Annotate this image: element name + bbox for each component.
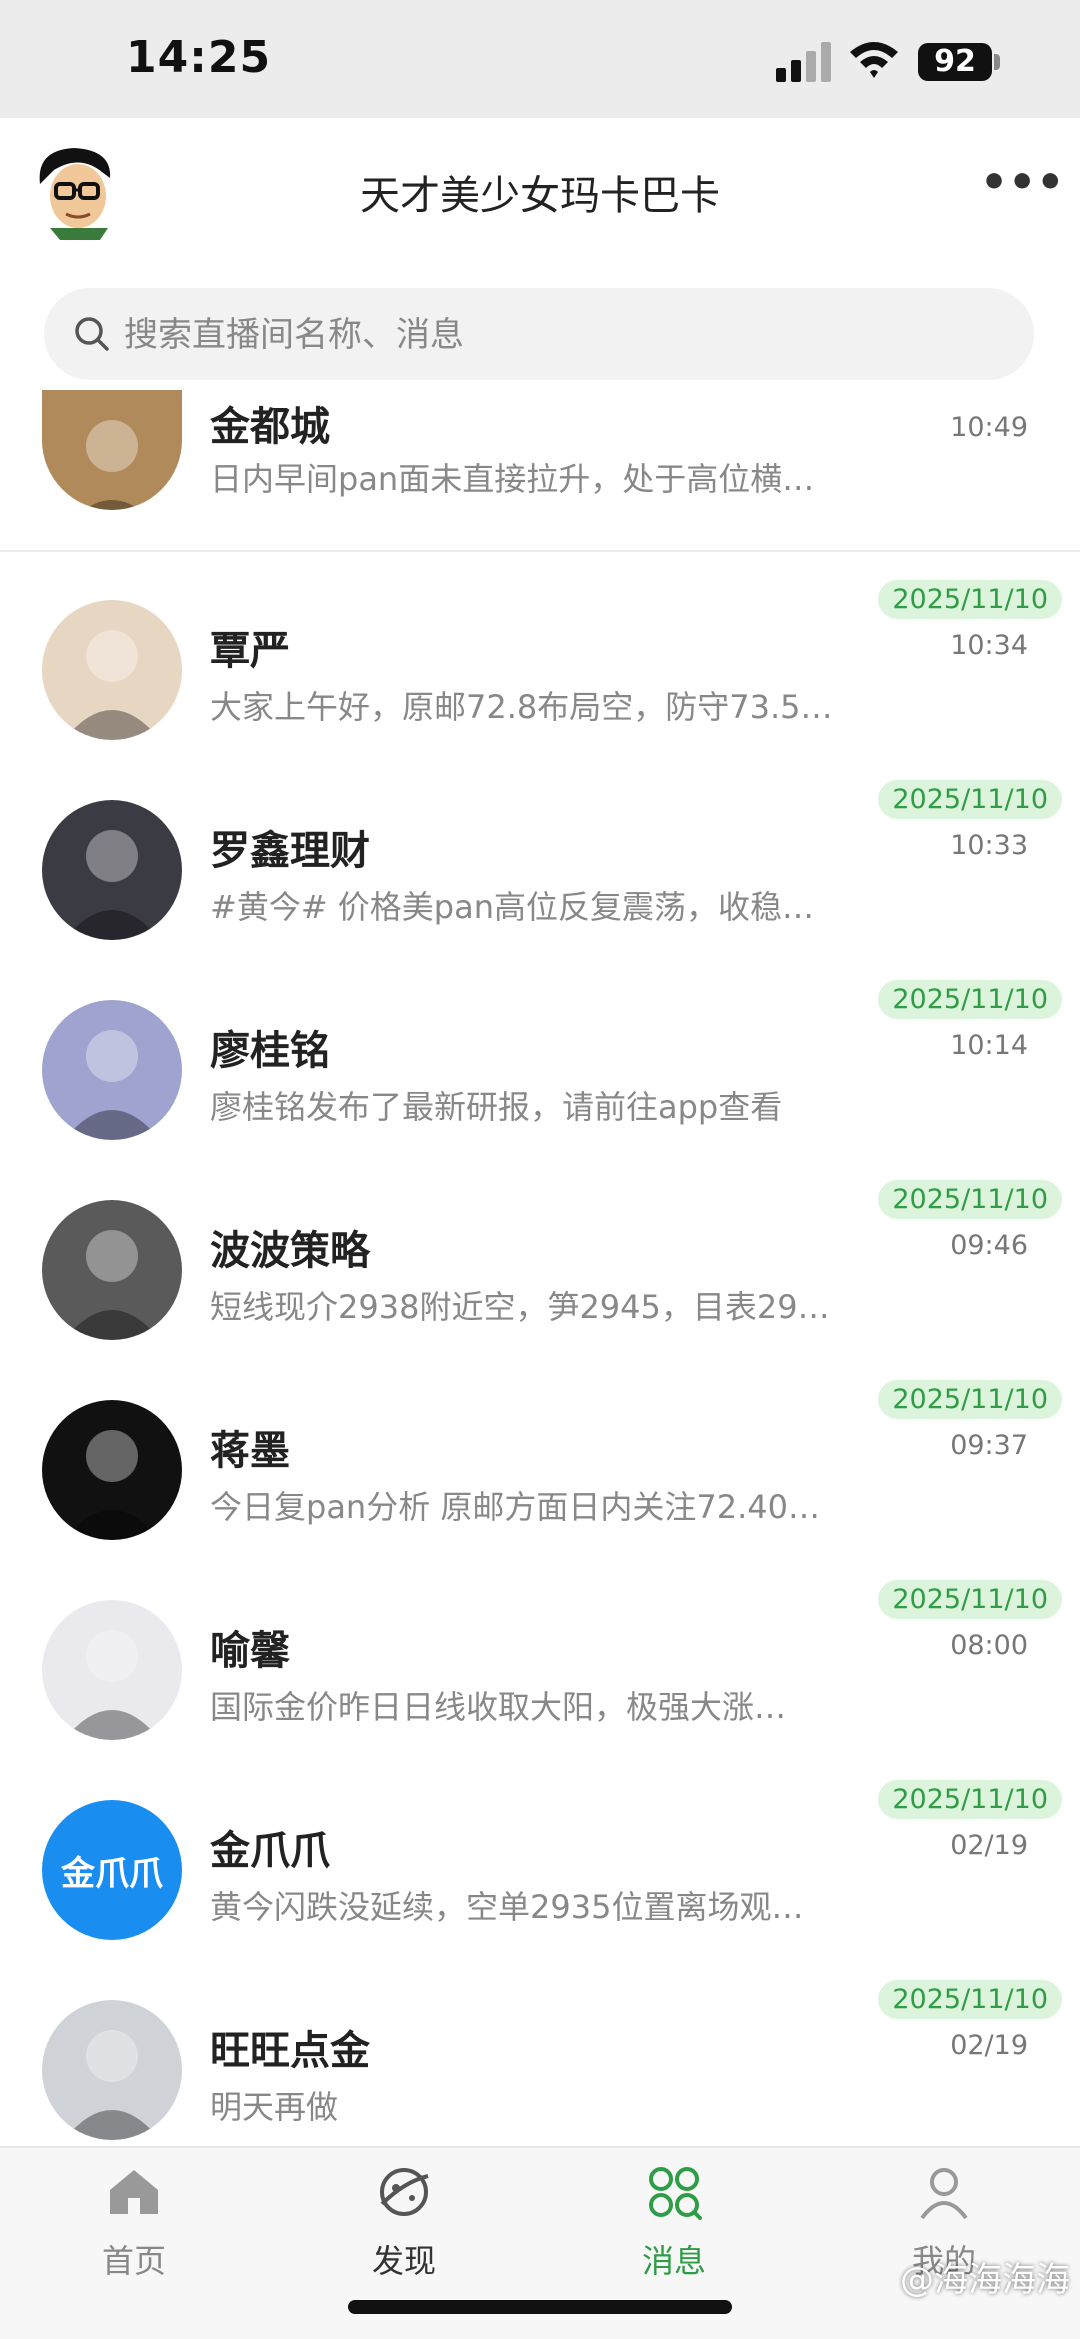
home-icon xyxy=(110,2170,158,2214)
message-preview: #黄今# 价格美pan高位反复震荡，收稳… xyxy=(210,888,815,926)
contact-name: 蒋墨 xyxy=(210,1428,290,1474)
search-bar[interactable] xyxy=(44,288,1034,382)
profile-icon xyxy=(920,2168,968,2220)
contact-name: 金爪爪 xyxy=(210,1828,330,1874)
avatar-person-icon xyxy=(64,1630,160,1740)
message-time: 09:37 xyxy=(950,1430,1028,1461)
battery-tip xyxy=(994,54,1000,70)
message-time: 10:49 xyxy=(950,412,1028,443)
avatar[interactable] xyxy=(42,1600,182,1740)
avatar-person-icon xyxy=(64,630,160,740)
nav-messages-label: 消息 xyxy=(641,2242,706,2280)
status-time: 14:25 xyxy=(126,32,272,83)
nav-messages[interactable]: 消息 xyxy=(584,2162,764,2302)
avatar[interactable] xyxy=(42,1200,182,1340)
message-time: 10:33 xyxy=(950,830,1028,861)
avatar-person-icon xyxy=(84,420,140,510)
nav-home[interactable]: 首页 xyxy=(44,2162,224,2302)
message-preview: 国际金价昨日日线收取大阳，极强大涨… xyxy=(210,1688,787,1726)
watermark: @海海海海 xyxy=(900,2260,1070,2300)
wifi-icon xyxy=(850,42,898,78)
battery-indicator: 92 xyxy=(918,43,992,81)
date-badge: 2025/11/10 xyxy=(878,1580,1062,1619)
conversation-row[interactable]: 金爪爪 金爪爪 黄今闪跌没延续，空单2935位置离场观… 2025/11/10 02/1… xyxy=(0,1770,1080,1972)
page-title: 天才美少女玛卡巴卡 xyxy=(360,173,720,219)
conversation-row[interactable]: 波波策略短线现介2938附近空，笋2945，目表29… 2025/11/10 09:… xyxy=(0,1170,1080,1372)
conversation-row[interactable]: 覃严大家上午好，原邮72.8布局空，防守73.5… 2025/11/10 10:34 xyxy=(0,570,1080,772)
conversation-row[interactable]: 金都城日内早间pan面未直接拉升，处于高位横… 10:49 xyxy=(0,390,1080,552)
contact-name: 波波策略 xyxy=(210,1228,370,1274)
conversation-row[interactable]: 廖桂铭廖桂铭发布了最新研报，请前往app查看 2025/11/10 10:14 xyxy=(0,970,1080,1172)
message-time: 10:34 xyxy=(950,630,1028,661)
cellular-signal-icon xyxy=(776,42,831,82)
message-preview: 廖桂铭发布了最新研报，请前往app查看 xyxy=(210,1088,783,1126)
date-badge: 2025/11/10 xyxy=(878,980,1062,1019)
nav-home-label: 首页 xyxy=(101,2242,166,2280)
conversation-row[interactable]: 旺旺点金明天再做 2025/11/10 02/19 xyxy=(0,1970,1080,2172)
contact-name: 廖桂铭 xyxy=(210,1028,330,1074)
avatar-person-icon xyxy=(64,1230,160,1340)
message-preview: 短线现介2938附近空，笋2945，目表29… xyxy=(210,1288,830,1326)
contact-name: 旺旺点金 xyxy=(210,2028,370,2074)
message-time: 08:00 xyxy=(950,1630,1028,1661)
message-preview: 大家上午好，原邮72.8布局空，防守73.5… xyxy=(210,688,833,726)
status-bar: 14:25 92 xyxy=(0,0,1080,118)
message-time: 10:14 xyxy=(950,1030,1028,1061)
message-preview: 明天再做 xyxy=(210,2088,339,2126)
date-badge: 2025/11/10 xyxy=(878,780,1062,819)
avatar[interactable] xyxy=(42,1000,182,1140)
date-badge: 2025/11/10 xyxy=(878,1980,1062,2019)
date-badge: 2025/11/10 xyxy=(878,1780,1062,1819)
avatar[interactable] xyxy=(42,390,182,510)
message-preview: 黄今闪跌没延续，空单2935位置离场观… xyxy=(210,1888,804,1926)
message-time: 02/19 xyxy=(950,1830,1028,1861)
message-time: 02/19 xyxy=(950,2030,1028,2061)
conversation-row[interactable]: 罗鑫理财 #黄今# 价格美pan高位反复震荡，收稳… 2025/11/10 10:33 xyxy=(0,770,1080,972)
discover-icon xyxy=(380,2168,429,2216)
avatar[interactable] xyxy=(42,2000,182,2140)
contact-name: 喻馨 xyxy=(210,1628,290,1674)
date-badge: 2025/11/10 xyxy=(878,1380,1062,1419)
nav-discover[interactable]: 发现 xyxy=(314,2162,494,2302)
avatar[interactable] xyxy=(42,1400,182,1540)
search-icon xyxy=(75,317,109,351)
header: 天才美少女玛卡巴卡 ••• xyxy=(0,118,1080,268)
messages-icon xyxy=(649,2167,702,2220)
conversation-row[interactable]: 蒋墨今日复pan分析 原邮方面日内关注72.40… 2025/11/10 09:37 xyxy=(0,1370,1080,1572)
avatar-person-icon xyxy=(64,2030,160,2140)
conversation-row[interactable]: 喻馨国际金价昨日日线收取大阳，极强大涨… 2025/11/10 08:00 xyxy=(0,1570,1080,1772)
avatar[interactable] xyxy=(42,800,182,940)
message-preview: 日内早间pan面未直接拉升，处于高位横… xyxy=(210,460,815,498)
contact-name: 金都城 xyxy=(210,404,330,450)
nav-discover-label: 发现 xyxy=(371,2242,436,2280)
avatar-person-icon xyxy=(64,1030,160,1140)
avatar-person-icon xyxy=(64,830,160,940)
date-badge: 2025/11/10 xyxy=(878,1180,1062,1219)
contact-name: 覃严 xyxy=(210,628,290,674)
search-input[interactable] xyxy=(122,288,1006,382)
more-options-button[interactable]: ••• xyxy=(980,161,1064,208)
contact-name: 罗鑫理财 xyxy=(210,828,370,874)
home-indicator xyxy=(348,2300,732,2314)
message-time: 09:46 xyxy=(950,1230,1028,1261)
avatar[interactable]: 金爪爪 xyxy=(42,1800,182,1940)
date-badge: 2025/11/10 xyxy=(878,580,1062,619)
avatar-person-icon xyxy=(64,1430,160,1540)
avatar[interactable] xyxy=(42,600,182,740)
message-preview: 今日复pan分析 原邮方面日内关注72.40… xyxy=(210,1488,820,1526)
